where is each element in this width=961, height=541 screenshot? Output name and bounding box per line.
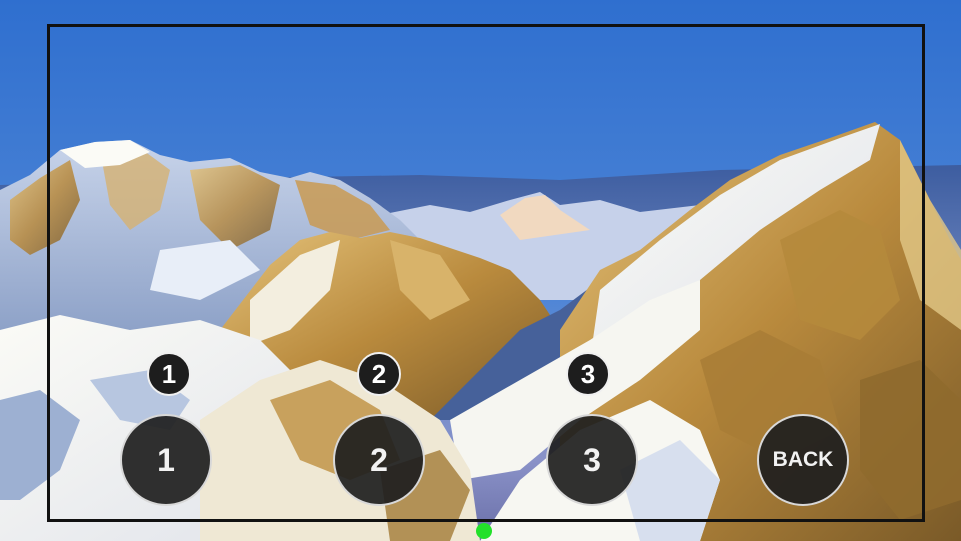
screen: 1 2 3 1 2 3 BACK xyxy=(0,0,961,541)
option-1-button[interactable]: 1 xyxy=(120,414,212,506)
badge-3: 3 xyxy=(566,352,610,396)
badge-2: 2 xyxy=(357,352,401,396)
option-3-button[interactable]: 3 xyxy=(546,414,638,506)
back-button[interactable]: BACK xyxy=(757,414,849,506)
option-2-button[interactable]: 2 xyxy=(333,414,425,506)
status-indicator-dot xyxy=(476,523,492,539)
badge-1: 1 xyxy=(147,352,191,396)
